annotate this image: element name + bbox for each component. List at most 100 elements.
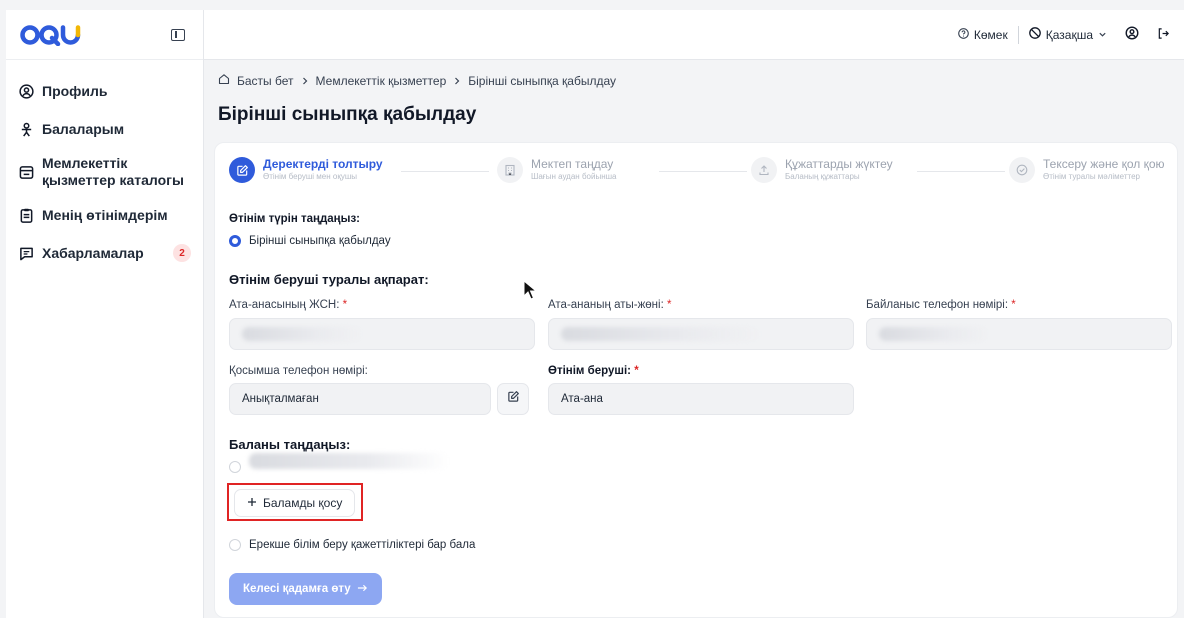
- step-title: Тексеру және қол қою: [1043, 157, 1165, 171]
- language-select[interactable]: Қазақша: [1028, 27, 1107, 42]
- chevron-down-icon: [1098, 28, 1107, 42]
- next-step-button[interactable]: Келесі қадамға өту: [229, 573, 382, 605]
- sidebar-header: [6, 10, 203, 60]
- iin-label: Ата-анасының ЖСН: *: [229, 299, 348, 311]
- step-title: Мектеп таңдау: [531, 157, 614, 171]
- help-label: Көмек: [973, 27, 1008, 42]
- breadcrumb-current: Бірінші сыныпқа қабылдау: [468, 73, 616, 88]
- globe-icon: [1028, 27, 1041, 42]
- sidebar: Профиль Балаларым Мемлекеттік қызметтер …: [6, 10, 204, 618]
- user-circle-icon: [18, 83, 34, 99]
- user-account-button[interactable]: [1125, 26, 1139, 43]
- application-type-label: Өтінім түрін таңдаңыз:: [229, 213, 360, 225]
- sidebar-item-children[interactable]: Балаларым: [6, 112, 203, 146]
- redacted-value: [561, 327, 761, 341]
- redacted-value: [879, 327, 989, 341]
- chevron-right-icon: [301, 74, 309, 88]
- special-needs-option[interactable]: Ерекше білім беру қажеттіліктері бар бал…: [229, 539, 475, 551]
- application-form-card: Деректерді толтыру Өтінім беруші мен оқу…: [214, 142, 1178, 618]
- breadcrumb-home[interactable]: Басты бет: [237, 74, 294, 88]
- sidebar-item-label: Балаларым: [42, 121, 125, 137]
- step-subtitle: Шағын аудан бойынша: [531, 172, 617, 181]
- next-step-label: Келесі қадамға өту: [243, 583, 351, 595]
- step-upload-documents[interactable]: Құжаттарды жүктеу Баланың құжаттары: [751, 157, 893, 183]
- phone-field[interactable]: [866, 318, 1172, 350]
- application-type-option[interactable]: Бірінші сыныпқа қабылдау: [229, 235, 391, 247]
- applicant-label: Өтінім беруші: *: [548, 365, 639, 377]
- step-connector: [659, 171, 747, 172]
- sidebar-item-label: Менің өтінімдерім: [42, 207, 168, 223]
- applicant-section-title: Өтінім беруші туралы ақпарат:: [229, 272, 429, 287]
- extra-phone-label: Қосымша телефон нөмірі:: [229, 365, 368, 377]
- applicant-field[interactable]: Ата-ана: [548, 383, 854, 415]
- parent-name-label: Ата-ананың аты-жөні: *: [548, 299, 672, 311]
- step-connector: [401, 171, 489, 172]
- radio-unchecked[interactable]: [229, 461, 241, 473]
- school-building-icon: [497, 157, 523, 183]
- help-icon: [958, 27, 969, 42]
- sidebar-item-services-catalog[interactable]: Мемлекеттік қызметтер каталогы: [6, 150, 203, 194]
- edit-icon: [229, 157, 255, 183]
- sidebar-item-label-line1: Мемлекеттік: [42, 155, 128, 171]
- radio-checked[interactable]: [229, 235, 241, 247]
- children-icon: [18, 121, 34, 137]
- catalog-icon: [18, 164, 34, 180]
- child-option[interactable]: [229, 453, 449, 473]
- redacted-child-name: [249, 453, 449, 469]
- home-icon[interactable]: [218, 73, 230, 88]
- edit-icon: [507, 390, 520, 408]
- parent-name-field[interactable]: [548, 318, 854, 350]
- message-icon: [18, 245, 34, 261]
- step-subtitle: Өтінім беруші мен оқушы: [263, 172, 358, 181]
- sidebar-item-label: Профиль: [42, 83, 108, 99]
- sidebar-item-notifications[interactable]: Хабарламалар 2: [6, 236, 203, 270]
- topbar-divider: [1017, 25, 1019, 44]
- choose-child-label: Баланы таңдаңыз:: [229, 437, 351, 452]
- application-type-option-label: Бірінші сыныпқа қабылдау: [249, 235, 391, 247]
- extra-phone-field[interactable]: Анықталмаған: [229, 383, 491, 415]
- step-title: Құжаттарды жүктеу: [785, 157, 893, 171]
- step-title: Деректерді толтыру: [263, 157, 383, 171]
- step-fill-data[interactable]: Деректерді толтыру Өтінім беруші мен оқу…: [229, 157, 383, 183]
- step-choose-school[interactable]: Мектеп таңдау Шағын аудан бойынша: [497, 157, 616, 183]
- edit-extra-phone-button[interactable]: [497, 383, 529, 415]
- phone-label: Байланыс телефон нөмірі: *: [866, 299, 1016, 311]
- upload-icon: [751, 157, 777, 183]
- sidebar-item-label: Хабарламалар: [42, 245, 144, 261]
- main-content: Басты бет Мемлекеттік қызметтер Бірінші …: [204, 60, 1184, 618]
- top-bar: Көмек Қазақша: [204, 10, 1184, 60]
- sidebar-item-label-line2: қызметтер каталогы: [42, 172, 184, 188]
- help-link[interactable]: Көмек: [958, 28, 1008, 42]
- breadcrumb: Басты бет Мемлекеттік қызметтер Бірінші …: [218, 73, 616, 88]
- radio-unchecked[interactable]: [229, 539, 241, 551]
- sidebar-item-profile[interactable]: Профиль: [6, 74, 203, 108]
- sidebar-nav: Профиль Балаларым Мемлекеттік қызметтер …: [6, 60, 203, 270]
- stepper: Деректерді толтыру Өтінім беруші мен оқу…: [215, 143, 1177, 195]
- user-circle-icon: [1125, 26, 1139, 43]
- clipboard-icon: [18, 207, 34, 223]
- add-child-button[interactable]: Баламды қосу: [234, 489, 356, 517]
- check-circle-icon: [1009, 157, 1035, 183]
- notification-count-badge: 2: [173, 244, 191, 262]
- special-needs-label: Ерекше білім беру қажеттіліктері бар бал…: [249, 539, 476, 551]
- language-label: Қазақша: [1045, 27, 1093, 42]
- sidebar-item-my-applications[interactable]: Менің өтінімдерім: [6, 198, 203, 232]
- step-connector: [917, 171, 1005, 172]
- plus-icon: [247, 496, 257, 510]
- add-child-label: Баламды қосу: [263, 496, 343, 510]
- page-title: Бірінші сыныпқа қабылдау: [218, 104, 477, 125]
- step-subtitle: Баланың құжаттары: [785, 172, 860, 181]
- oqu-logo[interactable]: [20, 24, 82, 46]
- step-review-sign[interactable]: Тексеру және қол қою Өтінім туралы мәлім…: [1009, 157, 1165, 183]
- breadcrumb-services[interactable]: Мемлекеттік қызметтер: [316, 74, 447, 88]
- step-subtitle: Өтінім туралы мәліметтер: [1043, 172, 1140, 181]
- logout-icon: [1157, 27, 1170, 43]
- sidebar-item-label: Мемлекеттік қызметтер каталогы: [42, 155, 184, 189]
- iin-field[interactable]: [229, 318, 535, 350]
- redacted-value: [242, 327, 362, 341]
- arrow-right-icon: [357, 583, 368, 596]
- chevron-right-icon: [453, 74, 461, 88]
- sidebar-collapse-icon[interactable]: [171, 28, 185, 41]
- logout-button[interactable]: [1157, 27, 1170, 43]
- logo-mark-icon: [20, 24, 81, 46]
